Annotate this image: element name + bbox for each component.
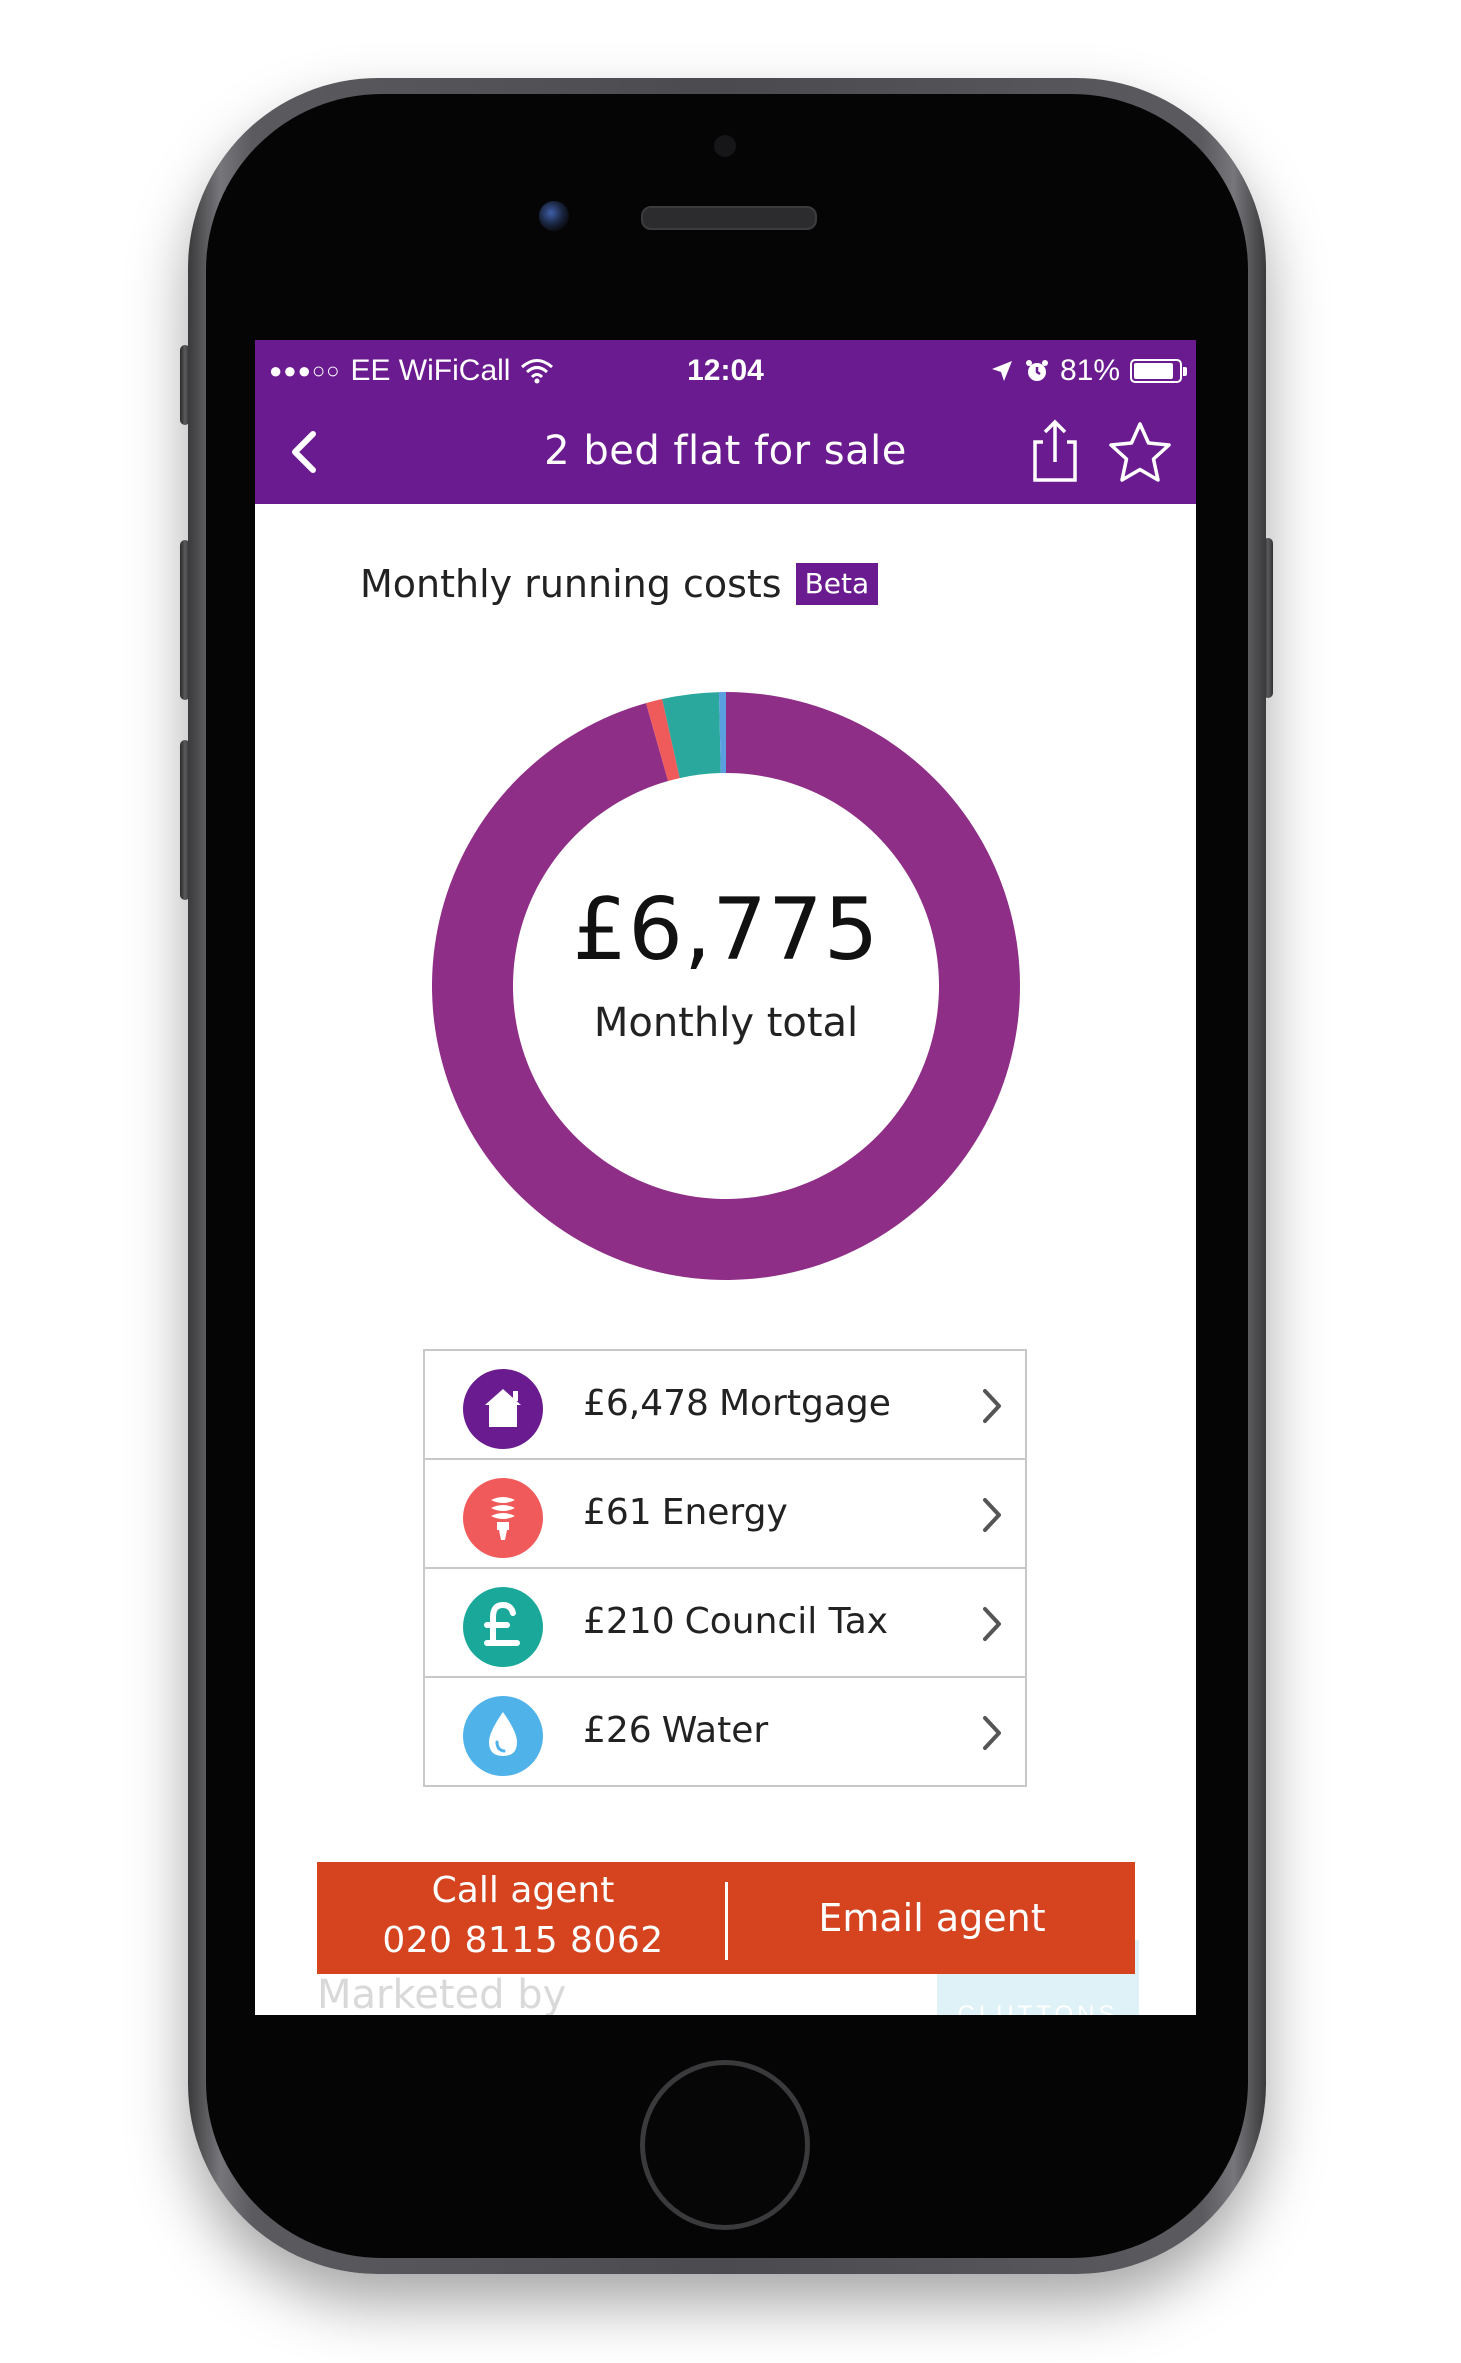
- app-bar: ●●●○○ EE WiFiCall 12:04 81% 2 bed flat f…: [255, 340, 1196, 504]
- chevron-right-icon: [983, 1498, 1001, 1532]
- cost-label: Council Tax: [684, 1601, 889, 1642]
- status-bar: ●●●○○ EE WiFiCall 12:04 81%: [255, 340, 1196, 404]
- section-heading: Monthly running costs Beta: [360, 562, 879, 606]
- cost-row-mortgage[interactable]: £6,478 Mortgage: [425, 1351, 1025, 1458]
- monthly-total-label: Monthly total: [593, 1000, 859, 1046]
- cost-row-water[interactable]: £26 Water: [425, 1676, 1025, 1785]
- cost-label: Water: [661, 1710, 769, 1751]
- call-agent-button[interactable]: Call agent 020 8115 8062: [317, 1862, 729, 1974]
- cta-divider: [725, 1882, 728, 1960]
- location-arrow-icon: [991, 361, 1012, 381]
- favourite-star-button[interactable]: [1107, 420, 1173, 486]
- agent-phone-number: 020 8115 8062: [382, 1920, 664, 1961]
- donut-center: £6,775 Monthly total: [432, 692, 1020, 1280]
- cost-amount: £26: [583, 1710, 652, 1751]
- home-button[interactable]: [640, 2060, 810, 2230]
- cost-breakdown-list: £6,478 Mortgage £61 Energy £210 Council …: [423, 1349, 1027, 1787]
- contact-agent-bar: Call agent 020 8115 8062 Email agent: [317, 1862, 1135, 1974]
- chevron-right-icon: [983, 1716, 1001, 1750]
- house-icon: [463, 1369, 543, 1449]
- email-agent-button[interactable]: Email agent: [729, 1862, 1135, 1974]
- cost-label: Energy: [661, 1492, 788, 1533]
- cost-row-text: £6,478 Mortgage: [583, 1383, 891, 1424]
- device-frame: ●●●○○ EE WiFiCall 12:04 81% 2 bed flat f…: [0, 0, 1461, 2363]
- share-button[interactable]: [1025, 418, 1085, 484]
- water-drop-icon: [463, 1696, 543, 1776]
- beta-badge: Beta: [795, 563, 879, 605]
- alarm-icon: [1025, 360, 1048, 381]
- battery-icon: [1130, 359, 1187, 383]
- cost-amount: £210: [583, 1601, 675, 1642]
- navigation-bar: 2 bed flat for sale: [255, 404, 1196, 504]
- cost-amount: £6,478: [583, 1383, 709, 1424]
- chevron-right-icon: [983, 1389, 1001, 1423]
- monthly-total-amount: £6,775: [572, 880, 880, 980]
- cost-row-council-tax[interactable]: £210 Council Tax: [425, 1567, 1025, 1676]
- earpiece-speaker: [641, 206, 817, 230]
- cost-amount: £61: [583, 1492, 652, 1533]
- front-camera: [539, 201, 569, 231]
- call-agent-label: Call agent: [431, 1870, 615, 1911]
- section-title: Monthly running costs: [360, 562, 782, 606]
- cost-row-text: £61 Energy: [583, 1492, 788, 1533]
- proximity-sensor: [714, 135, 736, 157]
- cost-row-energy[interactable]: £61 Energy: [425, 1458, 1025, 1567]
- app-screen: ●●●○○ EE WiFiCall 12:04 81% 2 bed flat f…: [255, 340, 1196, 2015]
- chevron-right-icon: [983, 1607, 1001, 1641]
- cost-row-text: £210 Council Tax: [583, 1601, 888, 1642]
- marketed-by-label: Marketed by: [317, 1972, 567, 2015]
- cost-label: Mortgage: [718, 1383, 891, 1424]
- cost-row-text: £26 Water: [583, 1710, 768, 1751]
- lightbulb-icon: [463, 1478, 543, 1558]
- pound-icon: [463, 1587, 543, 1667]
- battery-percent: 81%: [1059, 354, 1120, 387]
